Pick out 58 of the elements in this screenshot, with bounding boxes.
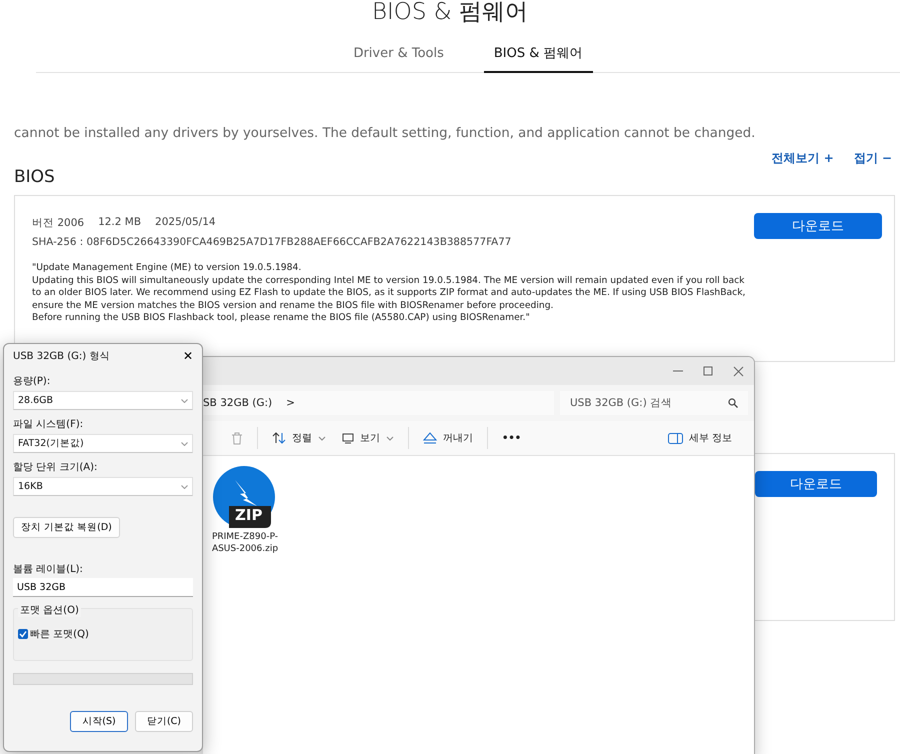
field-label: 용량(P):: [13, 375, 52, 388]
checkbox-label[interactable]: 빠른 포맷(Q): [30, 627, 89, 641]
file-name[interactable]: PRIME-Z890-P-ASUS-2006.zip: [211, 531, 279, 555]
description-text: Before running the USB BIOS Flashback tool, please rename the BIOS file (A5580.CAP) using BIOSRenamer.": [32, 312, 531, 325]
details-button[interactable]: 세부 정보: [660, 428, 740, 448]
eject-icon: [423, 432, 437, 444]
close-button[interactable]: ✕: [182, 349, 193, 363]
sort-button[interactable]: 정렬: [264, 428, 334, 448]
download-button[interactable]: 다운로드: [754, 213, 882, 239]
monitor-icon: [342, 432, 354, 444]
address-bar[interactable]: SB 32GB (G:) >: [203, 391, 554, 415]
close-dialog-button[interactable]: 닫기(C): [135, 711, 193, 732]
link[interactable]: 접기 −: [854, 150, 892, 167]
file-size: 12.2 MB: [98, 216, 142, 230]
file-type-label: ZIP: [235, 506, 262, 524]
sort-arrows-icon: [272, 432, 286, 444]
restore-defaults-button[interactable]: 장치 기본값 복원(D): [13, 517, 120, 538]
zip-file-icon: [213, 466, 277, 528]
field-label: 파일 시스템(F):: [13, 418, 84, 431]
group-label: 포맷 옵션(O): [18, 603, 81, 617]
version-text: 버전 2006: [32, 216, 84, 230]
eject-button[interactable]: 꺼내기: [415, 428, 481, 448]
check-icon: [19, 630, 27, 638]
field-label: 할당 단위 크기(A):: [13, 461, 98, 474]
checkbox[interactable]: [18, 629, 28, 639]
dropdown[interactable]: FAT32(기본값): [13, 434, 193, 453]
search-icon: [728, 398, 738, 408]
sha-text: SHA-256 : 08F6D5C26643390FCA469B25A7D17FB288AEF66CCAFB2A7622143B388577FA77: [32, 236, 512, 248]
tab[interactable]: Driver & Tools: [343, 40, 454, 73]
chevron-icon: [181, 484, 188, 488]
maximize-icon[interactable]: [703, 366, 713, 376]
download-button[interactable]: 다운로드: [755, 471, 877, 497]
dropdown[interactable]: 16KB: [13, 477, 193, 496]
close-icon[interactable]: [733, 366, 744, 376]
link[interactable]: 전체보기 +: [772, 150, 834, 167]
page-title: BIOS & 펌웨어: [370, 0, 530, 27]
more-button[interactable]: •••: [494, 430, 530, 446]
chevron-icon: [181, 442, 188, 446]
chevron-icon: [318, 436, 326, 440]
description-text: Updating this BIOS will simultaneously update the corresponding Intel ME to version 19.0.5.1984. The ME version will remain updated even if you roll back to an older BIOS later. We recommend using EZ Flash to update the BIOS, as it supports ZIP format and auto-updates the ME. If using USB BIOS FlashBack, ensure the ME version matches the BIOS version and rename the BIOS file with BIOSRenamer before proceeding.: [32, 274, 746, 312]
start-button[interactable]: 시작(S): [70, 711, 128, 732]
view-button[interactable]: 보기: [334, 428, 402, 448]
dropdown[interactable]: 28.6GB: [13, 391, 193, 410]
trash-icon: [231, 432, 243, 444]
section-title: BIOS: [14, 167, 56, 187]
chevron-icon: [181, 398, 188, 402]
dialog-title: USB 32GB (G:) 형식: [13, 350, 110, 363]
volume-label-field[interactable]: USB 32GB: [13, 578, 193, 597]
address-text: SB 32GB (G:): [203, 397, 272, 409]
chevron-icon: [386, 436, 394, 440]
tab[interactable]: BIOS & 펌웨어: [484, 40, 593, 73]
release-date: 2025/05/14: [155, 216, 216, 230]
panel-icon: [668, 432, 683, 444]
description-text: "Update Management Engine (ME) to version 19.0.5.1984.: [32, 262, 302, 275]
breadcrumb-arrow[interactable]: >: [286, 397, 295, 409]
field-label: 볼륨 레이블(L):: [13, 563, 84, 576]
notice-text: cannot be installed any drivers by yourselves. The default setting, function, and application cannot be changed.: [14, 126, 756, 141]
search-field[interactable]: USB 32GB (G:) 검색: [560, 391, 748, 415]
